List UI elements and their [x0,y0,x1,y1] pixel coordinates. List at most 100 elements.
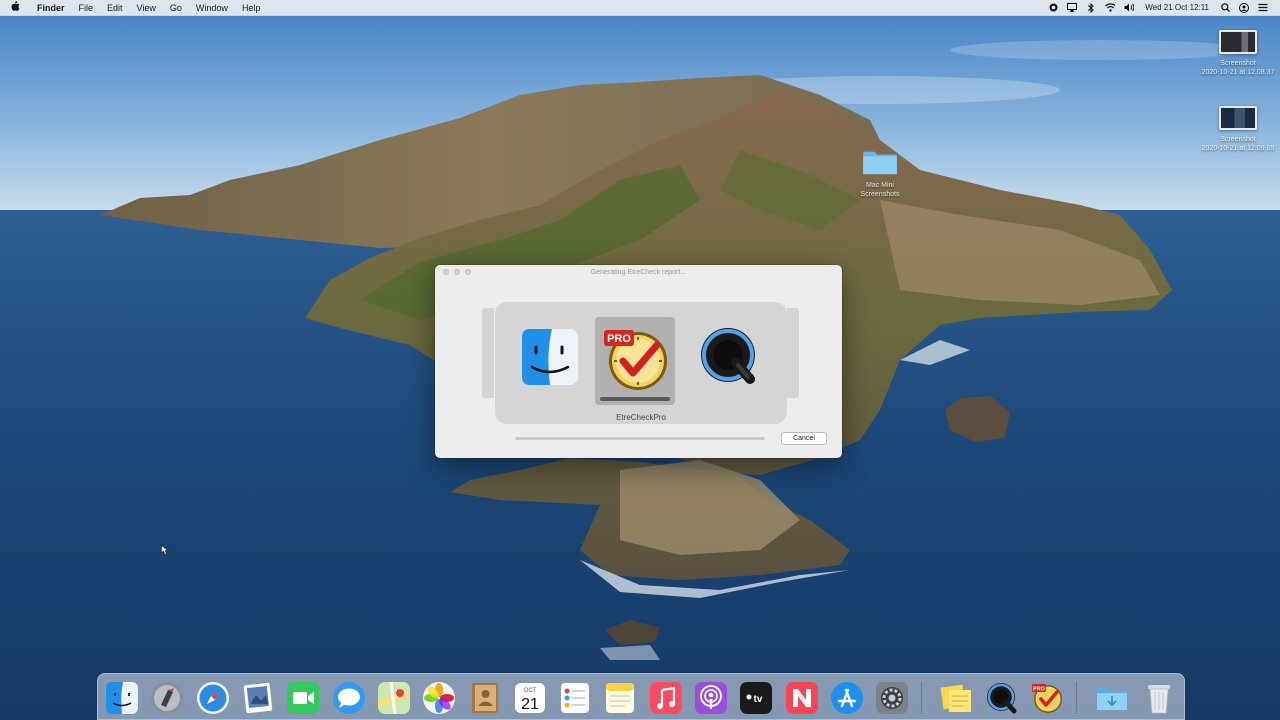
screenshot-thumbnail-icon [1219,106,1257,130]
etrecheck-pro-icon: PRO [1032,684,1062,713]
switcher-next-edge [787,308,799,398]
window-controls [443,269,471,275]
etrecheck-progress-dialog: Generating EtreCheck report... PRO EtreC… [435,265,842,458]
app-tile-quicktime[interactable] [690,317,770,405]
dock-item-system-preferences[interactable] [874,680,910,716]
wifi-icon[interactable] [1105,3,1116,13]
dock: OCT 21 tv PRO [97,673,1185,720]
dock-item-podcasts[interactable] [693,680,729,716]
dock-item-launchpad[interactable] [149,680,185,716]
calendar-month: OCT [524,688,537,694]
music-icon [650,682,682,714]
dock-divider [1076,682,1077,714]
etrecheck-pro-icon: PRO [604,330,667,390]
preview-icon [243,682,273,714]
svg-text:PRO: PRO [1033,687,1046,693]
news-icon [786,682,818,714]
mouse-pointer-icon [161,545,169,555]
desktop-icon-label: Screenshot 2020-10-21 at 12.09.05 [1201,136,1275,152]
dock-item-reminders[interactable] [557,680,593,716]
report-progress-bar [515,437,765,440]
desktop-icon-screenshot-1[interactable]: Screenshot 2020-10-21 at 12.08.37 [1198,30,1278,77]
app-tile-finder[interactable] [510,317,590,405]
dock-item-trash[interactable] [1141,680,1177,716]
stickies-icon [940,684,971,712]
menu-help[interactable]: Help [235,3,268,13]
finder-icon [106,682,138,714]
menu-go[interactable]: Go [163,3,189,13]
app-tile-etrecheck-pro[interactable]: PRO [595,317,675,405]
dock-item-safari[interactable] [195,680,231,716]
facetime-icon [287,682,319,714]
bluetooth-icon[interactable] [1086,2,1096,13]
reminders-icon [561,683,589,713]
trash-icon [1148,685,1170,714]
maps-icon [378,681,410,715]
control-center-icon[interactable] [1258,3,1268,13]
dock-item-messages[interactable] [331,680,367,716]
svg-text:PRO: PRO [607,333,631,345]
dialog-title: Generating EtreCheck report... [590,268,687,276]
menu-window[interactable]: Window [189,3,235,13]
dock-item-music[interactable] [648,680,684,716]
finder-icon [522,329,578,385]
screen-record-icon[interactable] [1048,3,1058,13]
podcasts-icon [695,682,727,714]
dock-item-etrecheck-pro[interactable]: PRO [1029,680,1065,716]
dock-item-quicktime[interactable] [984,680,1020,716]
launchpad-icon [151,682,183,714]
minimize-window-button[interactable] [454,269,460,275]
menu-clock[interactable]: Wed 21 Oct 12:11 [1143,3,1211,12]
dock-item-calendar[interactable]: OCT 21 [512,680,548,716]
app-store-icon [831,682,863,714]
messages-icon [333,682,365,714]
desktop-icon-screenshot-2[interactable]: Screenshot 2020-10-21 at 12.09.05 [1198,106,1278,153]
zoom-window-button[interactable] [465,269,471,275]
downloads-folder-icon [1097,688,1127,710]
notes-icon [606,683,634,713]
menu-view[interactable]: View [130,3,163,13]
dock-item-maps[interactable] [376,680,412,716]
safari-icon [197,682,229,714]
menu-app-name[interactable]: Finder [30,3,72,13]
dock-item-preview[interactable] [240,680,276,716]
apple-tv-icon: tv [740,682,772,714]
menu-file[interactable]: File [72,3,101,13]
app-progress-fill [600,397,670,401]
menu-bar: Finder File Edit View Go Window Help Wed… [0,0,1280,16]
dock-item-apple-tv[interactable]: tv [738,680,774,716]
apple-menu-icon[interactable] [0,1,30,14]
desktop-icon-label: Screenshot 2020-10-21 at 12.08.37 [1201,60,1275,76]
user-icon[interactable] [1239,2,1249,13]
close-window-button[interactable] [443,269,449,275]
switcher-prev-edge [482,308,494,398]
dock-divider [921,682,922,714]
dialog-titlebar[interactable]: Generating EtreCheck report... [435,265,842,279]
airplay-icon[interactable] [1067,3,1078,13]
dock-item-contacts[interactable] [467,680,503,716]
volume-icon[interactable] [1124,3,1135,13]
app-progress-bar [600,397,670,401]
cancel-button[interactable]: Cancel [781,432,827,445]
system-preferences-icon [876,682,908,714]
search-icon[interactable] [1220,3,1230,13]
dock-item-stickies[interactable] [938,680,974,716]
photos-icon [423,682,455,714]
dock-item-facetime[interactable] [285,680,321,716]
dock-item-app-store[interactable] [829,680,865,716]
desktop-icon-folder[interactable]: Mac Mini Screenshots [840,146,920,199]
folder-icon [863,151,897,175]
contacts-icon [472,683,498,713]
dock-item-news[interactable] [784,680,820,716]
desktop-icon-label: Mac Mini Screenshots [860,182,900,198]
dock-item-photos[interactable] [421,680,457,716]
calendar-day: 21 [521,696,539,713]
dock-item-notes[interactable] [602,680,638,716]
status-area: Wed 21 Oct 12:11 [1048,2,1280,13]
menu-edit[interactable]: Edit [100,3,130,13]
dock-item-downloads[interactable] [1094,680,1130,716]
dock-item-finder[interactable] [104,680,140,716]
calendar-icon: OCT 21 [515,683,545,713]
selected-app-name: EtreCheckPro [616,413,666,422]
svg-text:tv: tv [754,694,763,705]
